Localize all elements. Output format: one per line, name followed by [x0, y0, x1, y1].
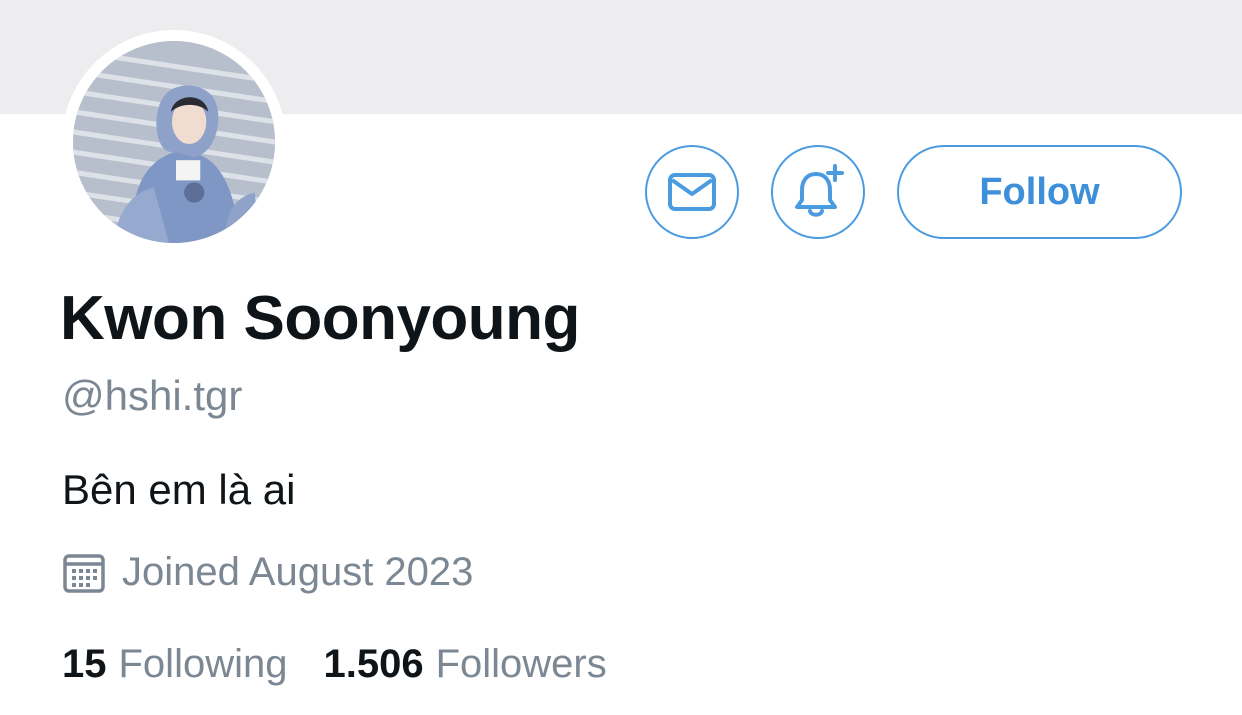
following-count: 15: [62, 642, 107, 686]
followers-label: Followers: [435, 642, 607, 686]
joined-text: Joined August 2023: [122, 550, 474, 594]
avatar[interactable]: [62, 30, 286, 254]
profile-bio: Bên em là ai: [62, 466, 296, 513]
username-handle: @hshi.tgr: [62, 372, 243, 419]
calendar-icon: [63, 554, 105, 593]
display-name: Kwon Soonyoung: [60, 284, 580, 353]
bell-plus-icon: [795, 164, 844, 217]
followers-link[interactable]: 1.506 Followers: [323, 640, 606, 688]
mail-icon: [668, 173, 716, 211]
avatar-photo: [73, 41, 275, 243]
notifications-button[interactable]: [771, 145, 865, 239]
followers-count: 1.506: [323, 642, 424, 686]
follow-button[interactable]: Follow: [897, 145, 1182, 239]
following-label: Following: [118, 642, 288, 686]
following-link[interactable]: 15 Following: [62, 640, 287, 688]
follow-stats: 15 Following 1.506 Followers: [62, 640, 607, 688]
joined-date: Joined August 2023: [62, 548, 473, 596]
message-button[interactable]: [645, 145, 739, 239]
